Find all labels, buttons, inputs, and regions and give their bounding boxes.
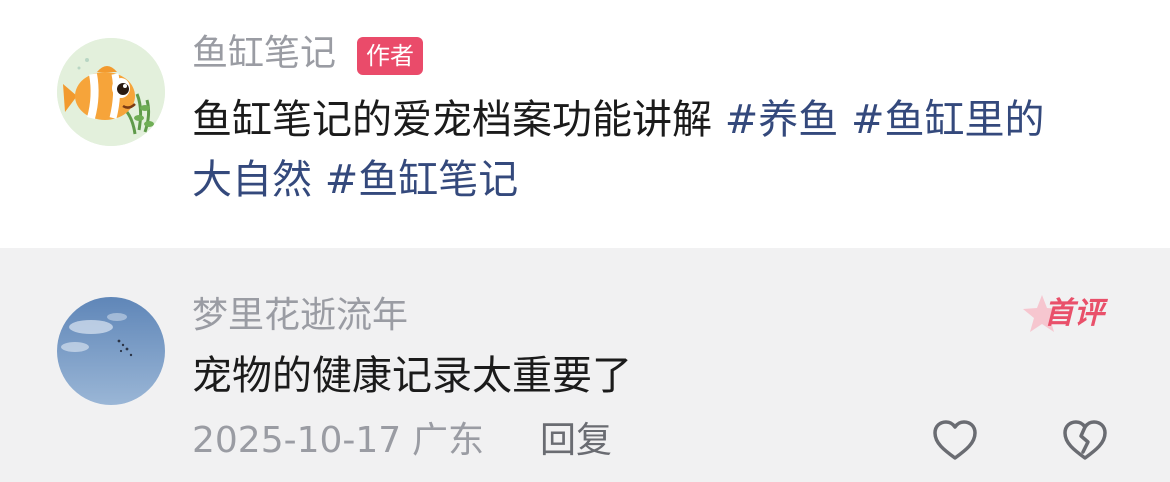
- first-comment-badge: 首评: [1020, 288, 1120, 344]
- sky-avatar-icon: [57, 297, 165, 405]
- comment-date: 2025-10-17: [192, 420, 402, 461]
- hashtag-link[interactable]: #鱼缸笔记: [325, 157, 519, 203]
- post-caption: 鱼缸笔记的爱宠档案功能讲解 #养鱼 #鱼缸里的 大自然 #鱼缸笔记: [192, 90, 1122, 210]
- clownfish-avatar-icon: [57, 38, 165, 146]
- like-button[interactable]: [930, 416, 980, 466]
- reply-button[interactable]: 回复: [540, 416, 612, 466]
- comment-item: 梦里花逝流年 首评 宠物的健康记录太重要了 2025-10-17 广东 回复: [0, 248, 1170, 482]
- commenter-avatar[interactable]: [57, 297, 165, 405]
- hashtag-link[interactable]: #养鱼: [725, 97, 839, 143]
- comment-region: 广东: [412, 420, 485, 461]
- author-badge: 作者: [357, 37, 423, 75]
- post-text: 鱼缸笔记的爱宠档案功能讲解: [192, 97, 712, 143]
- dislike-button[interactable]: [1060, 416, 1110, 466]
- broken-heart-icon: [1063, 420, 1107, 460]
- commenter-name[interactable]: 梦里花逝流年: [192, 294, 408, 338]
- first-comment-label: 首评: [1044, 296, 1104, 331]
- post-header: 鱼缸笔记 作者 鱼缸笔记的爱宠档案功能讲解 #养鱼 #鱼缸里的 大自然 #鱼缸笔记: [0, 0, 1170, 248]
- comment-text: 宠物的健康记录太重要了: [192, 353, 632, 399]
- author-name[interactable]: 鱼缸笔记: [192, 32, 336, 76]
- author-avatar[interactable]: [57, 38, 165, 146]
- heart-outline-icon: [933, 420, 977, 460]
